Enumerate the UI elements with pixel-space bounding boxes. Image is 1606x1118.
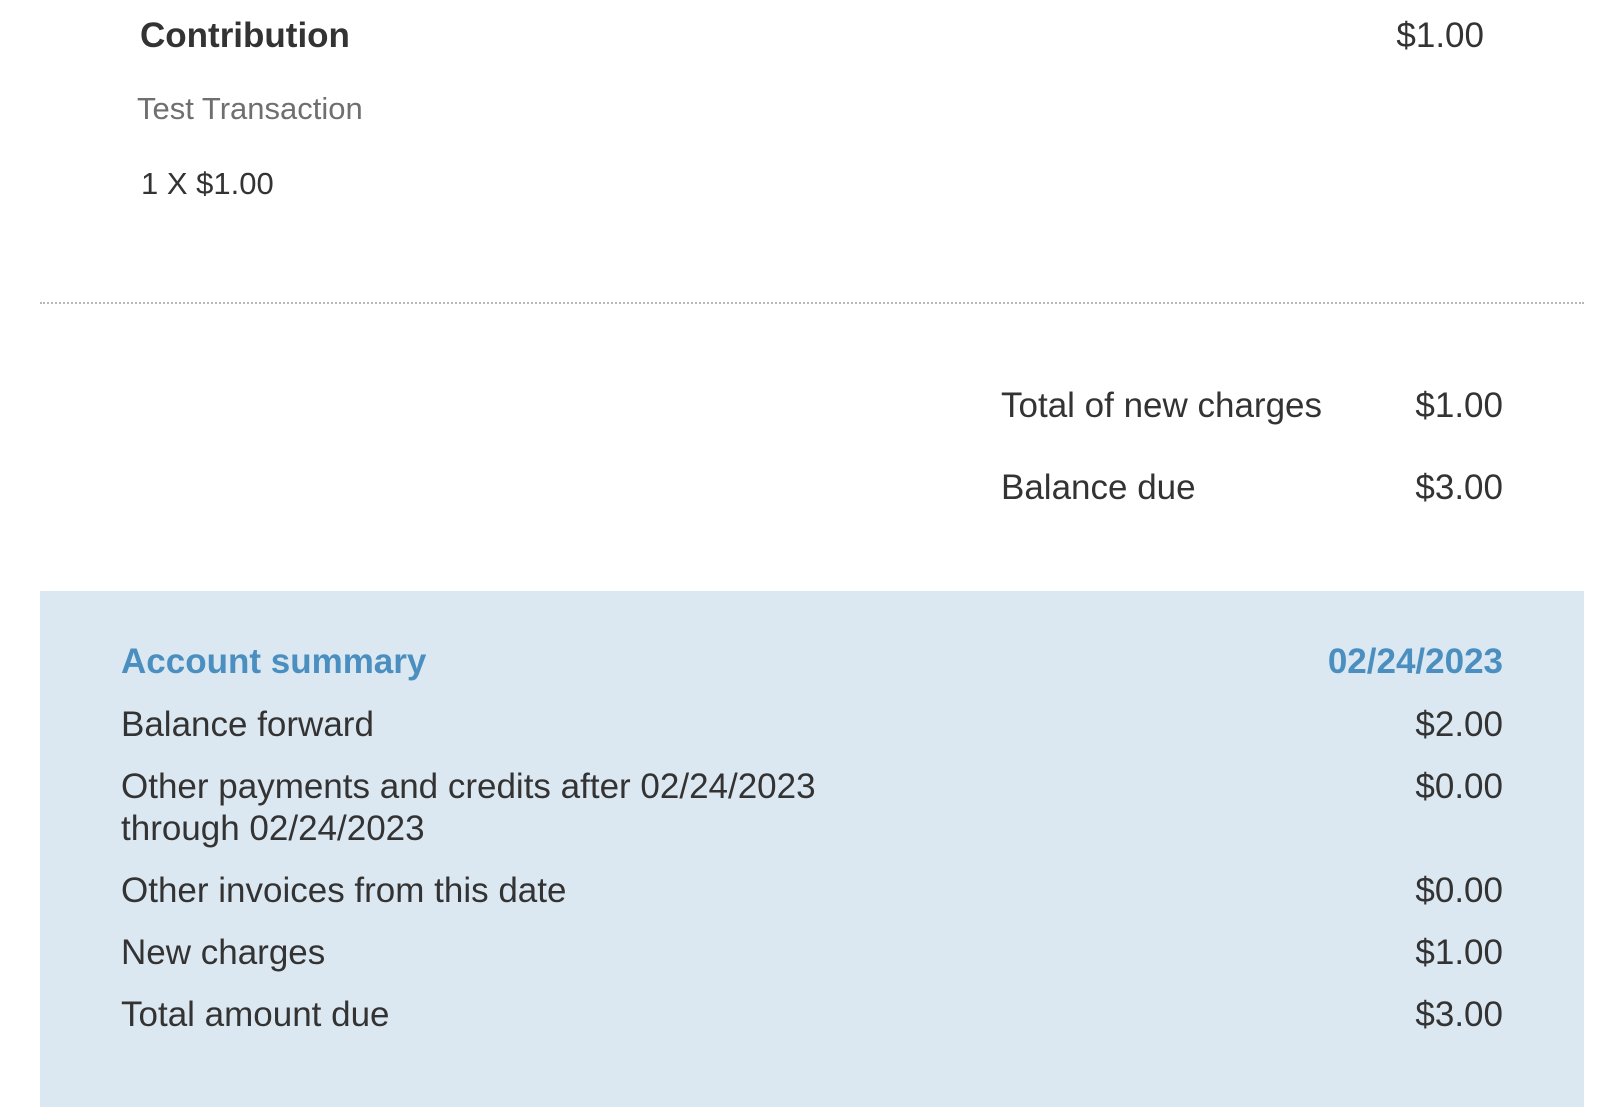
summary-row-balance-forward: Balance forward $2.00 xyxy=(121,704,1503,746)
summary-value: $2.00 xyxy=(1415,705,1503,744)
summary-label: New charges xyxy=(121,933,326,972)
totals-label: Balance due xyxy=(1001,468,1196,507)
totals-value: $3.00 xyxy=(1415,468,1503,507)
summary-row-total-amount-due: Total amount due $3.00 xyxy=(121,994,1503,1036)
totals-value: $1.00 xyxy=(1415,386,1503,425)
summary-value: $0.00 xyxy=(1415,871,1503,910)
summary-row-other-payments: Other payments and credits after 02/24/2… xyxy=(121,766,1503,850)
summary-row-new-charges: New charges $1.00 xyxy=(121,932,1503,974)
totals-label: Total of new charges xyxy=(1001,386,1323,425)
summary-label: Total amount due xyxy=(121,995,390,1034)
summary-label: Other invoices from this date xyxy=(121,871,567,910)
account-summary-title: Account summary xyxy=(121,642,427,681)
summary-label: Other payments and credits after 02/24/2… xyxy=(121,767,816,848)
dotted-divider xyxy=(40,302,1584,304)
account-summary-panel: Account summary 02/24/2023 Balance forwa… xyxy=(40,591,1584,1107)
line-item-title: Contribution xyxy=(140,16,350,55)
line-item-description: Test Transaction xyxy=(137,91,363,126)
totals-row-balance-due: Balance due $3.00 xyxy=(1001,468,1503,508)
account-summary-date: 02/24/2023 xyxy=(1327,642,1503,681)
totals-row-new-charges: Total of new charges $1.00 xyxy=(1001,386,1503,426)
summary-row-other-invoices: Other invoices from this date $0.00 xyxy=(121,870,1503,912)
summary-value: $0.00 xyxy=(1415,767,1503,806)
summary-value: $3.00 xyxy=(1415,995,1503,1034)
summary-value: $1.00 xyxy=(1415,933,1503,972)
account-summary-header: Account summary 02/24/2023 xyxy=(121,642,1503,682)
summary-label: Balance forward xyxy=(121,705,374,744)
line-item-quantity: 1 X $1.00 xyxy=(141,166,274,201)
line-item-amount: $1.00 xyxy=(1396,16,1484,55)
